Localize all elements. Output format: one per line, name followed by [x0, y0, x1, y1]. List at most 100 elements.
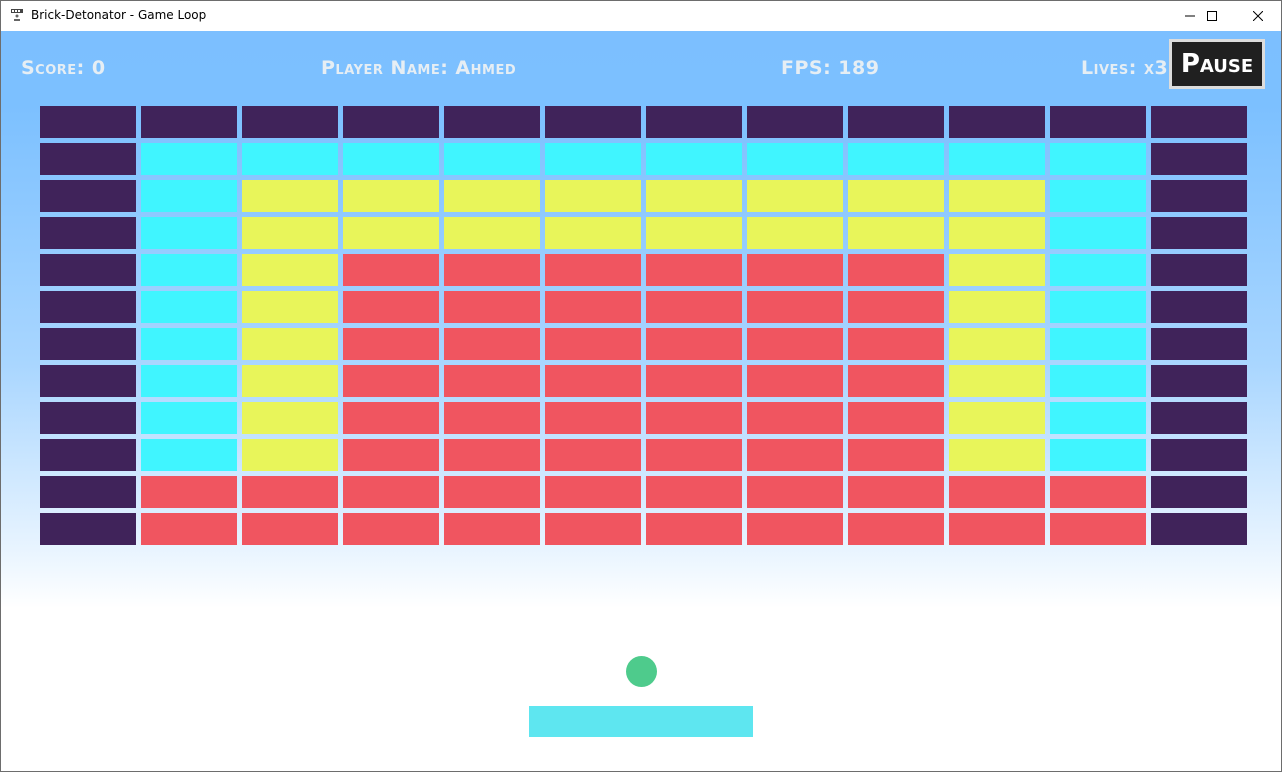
brick — [747, 365, 843, 397]
brick — [242, 106, 338, 138]
game-window: Brick-Detonator - Game Loop Score: 0 Pla… — [0, 0, 1282, 772]
brick — [1050, 439, 1146, 471]
brick — [242, 180, 338, 212]
brick — [343, 106, 439, 138]
brick — [1151, 476, 1247, 508]
brick — [949, 143, 1045, 175]
app-icon — [11, 9, 23, 21]
brick — [40, 106, 136, 138]
brick — [141, 217, 237, 249]
brick — [1151, 217, 1247, 249]
brick — [40, 291, 136, 323]
brick — [444, 439, 540, 471]
brick — [646, 365, 742, 397]
brick — [949, 476, 1045, 508]
brick — [242, 254, 338, 286]
brick — [949, 180, 1045, 212]
brick — [242, 328, 338, 360]
brick — [1151, 513, 1247, 545]
brick — [545, 254, 641, 286]
close-button[interactable] — [1235, 1, 1281, 31]
brick — [1050, 513, 1146, 545]
brick — [646, 328, 742, 360]
brick — [141, 106, 237, 138]
brick — [141, 439, 237, 471]
brick — [242, 439, 338, 471]
brick — [343, 180, 439, 212]
brick — [141, 143, 237, 175]
brick — [343, 143, 439, 175]
brick — [40, 254, 136, 286]
brick — [848, 143, 944, 175]
brick — [545, 291, 641, 323]
paddle[interactable] — [529, 706, 753, 737]
brick — [242, 476, 338, 508]
brick — [545, 402, 641, 434]
brick — [848, 180, 944, 212]
brick — [141, 365, 237, 397]
brick — [747, 180, 843, 212]
brick — [1151, 180, 1247, 212]
game-canvas[interactable]: Score: 0 Player Name: Ahmed FPS: 189 Liv… — [1, 31, 1281, 771]
brick — [1050, 217, 1146, 249]
brick — [747, 513, 843, 545]
brick — [242, 513, 338, 545]
brick — [1151, 291, 1247, 323]
brick — [1050, 143, 1146, 175]
brick — [40, 513, 136, 545]
brick — [343, 291, 439, 323]
brick — [444, 402, 540, 434]
brick — [949, 217, 1045, 249]
brick — [1050, 365, 1146, 397]
brick — [1151, 402, 1247, 434]
brick — [545, 217, 641, 249]
brick — [1050, 402, 1146, 434]
brick — [949, 291, 1045, 323]
brick — [949, 439, 1045, 471]
brick — [646, 254, 742, 286]
brick — [747, 439, 843, 471]
brick — [1050, 106, 1146, 138]
brick — [1151, 439, 1247, 471]
brick — [646, 402, 742, 434]
brick — [949, 254, 1045, 286]
brick — [949, 365, 1045, 397]
brick — [444, 476, 540, 508]
brick — [646, 513, 742, 545]
brick — [545, 328, 641, 360]
brick — [141, 328, 237, 360]
maximize-button[interactable] — [1189, 1, 1235, 31]
brick — [444, 254, 540, 286]
brick — [1151, 365, 1247, 397]
brick — [1151, 106, 1247, 138]
brick — [444, 291, 540, 323]
brick — [141, 291, 237, 323]
brick — [242, 291, 338, 323]
brick — [343, 476, 439, 508]
brick — [747, 402, 843, 434]
brick — [242, 217, 338, 249]
brick — [646, 106, 742, 138]
brick — [40, 328, 136, 360]
brick — [646, 180, 742, 212]
brick — [40, 143, 136, 175]
brick — [444, 365, 540, 397]
brick — [40, 365, 136, 397]
ball — [626, 656, 657, 687]
brick — [343, 254, 439, 286]
brick — [242, 143, 338, 175]
brick — [1050, 254, 1146, 286]
brick — [141, 254, 237, 286]
maximize-icon — [1207, 11, 1217, 21]
brick — [141, 513, 237, 545]
brick — [545, 439, 641, 471]
brick — [545, 365, 641, 397]
brick — [343, 365, 439, 397]
brick — [848, 328, 944, 360]
brick — [848, 217, 944, 249]
title-bar[interactable]: Brick-Detonator - Game Loop — [1, 1, 1281, 31]
brick — [343, 328, 439, 360]
brick — [646, 476, 742, 508]
brick — [444, 513, 540, 545]
window-title: Brick-Detonator - Game Loop — [31, 8, 207, 22]
